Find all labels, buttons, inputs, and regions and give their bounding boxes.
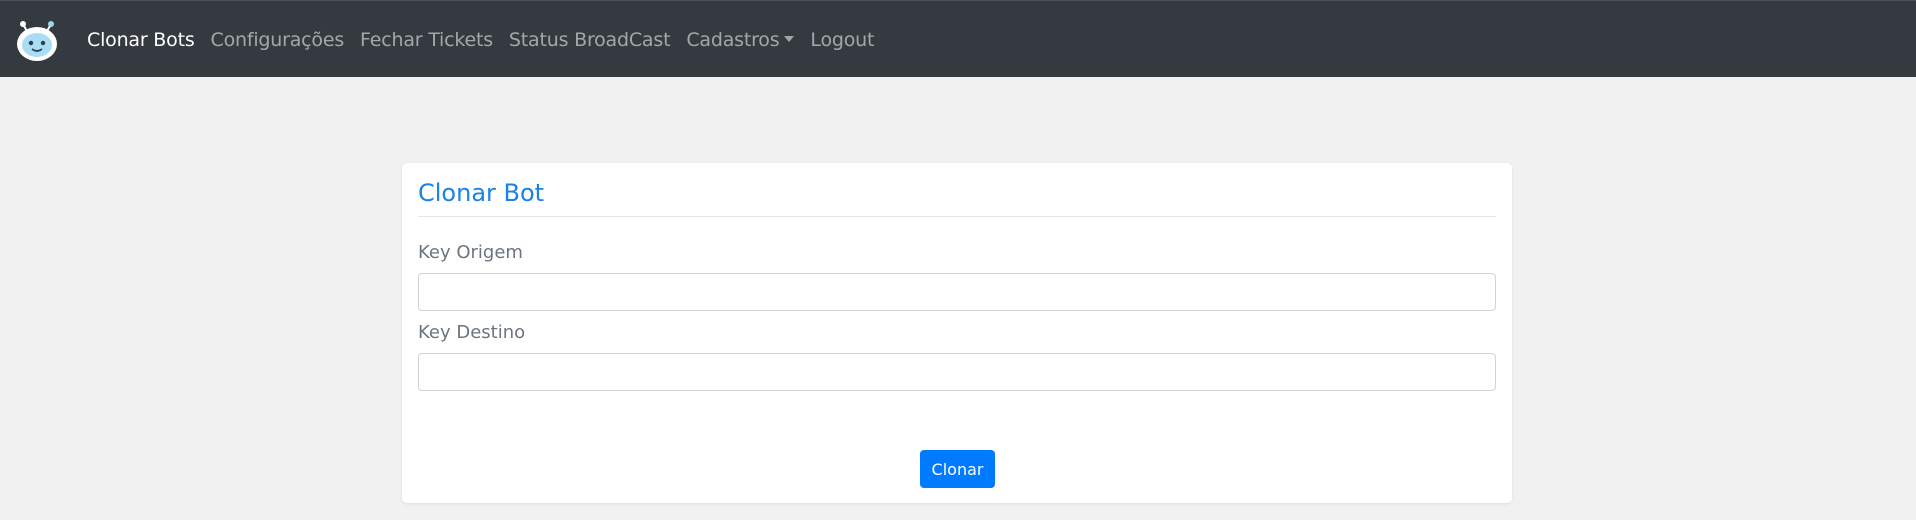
nav-link-clonar-bots[interactable]: Clonar Bots: [87, 29, 195, 51]
nav-dropdown-cadastros-label: Cadastros: [686, 28, 780, 51]
clonar-button[interactable]: Clonar: [920, 450, 995, 488]
top-navbar: Clonar Bots Configurações Fechar Tickets…: [0, 0, 1916, 77]
nav-link-configuracoes[interactable]: Configurações: [211, 29, 345, 51]
clone-bot-card: Clonar Bot Key Origem Key Destino Clonar: [402, 163, 1512, 503]
key-origem-label: Key Origem: [418, 242, 523, 263]
nav-link-logout[interactable]: Logout: [810, 29, 874, 51]
nav-links: Clonar Bots Configurações Fechar Tickets…: [87, 1, 890, 78]
nav-link-status-broadcast[interactable]: Status BroadCast: [509, 29, 671, 51]
robot-logo-icon[interactable]: [14, 17, 60, 63]
key-destino-label: Key Destino: [418, 322, 526, 343]
title-divider: [418, 216, 1496, 217]
nav-link-fechar-tickets[interactable]: Fechar Tickets: [360, 29, 493, 51]
nav-dropdown-cadastros[interactable]: Cadastros: [686, 28, 795, 51]
caret-down-icon: [784, 35, 795, 42]
card-title: Clonar Bot: [418, 179, 545, 207]
key-destino-input[interactable]: [418, 353, 1496, 391]
key-origem-input[interactable]: [418, 273, 1496, 311]
